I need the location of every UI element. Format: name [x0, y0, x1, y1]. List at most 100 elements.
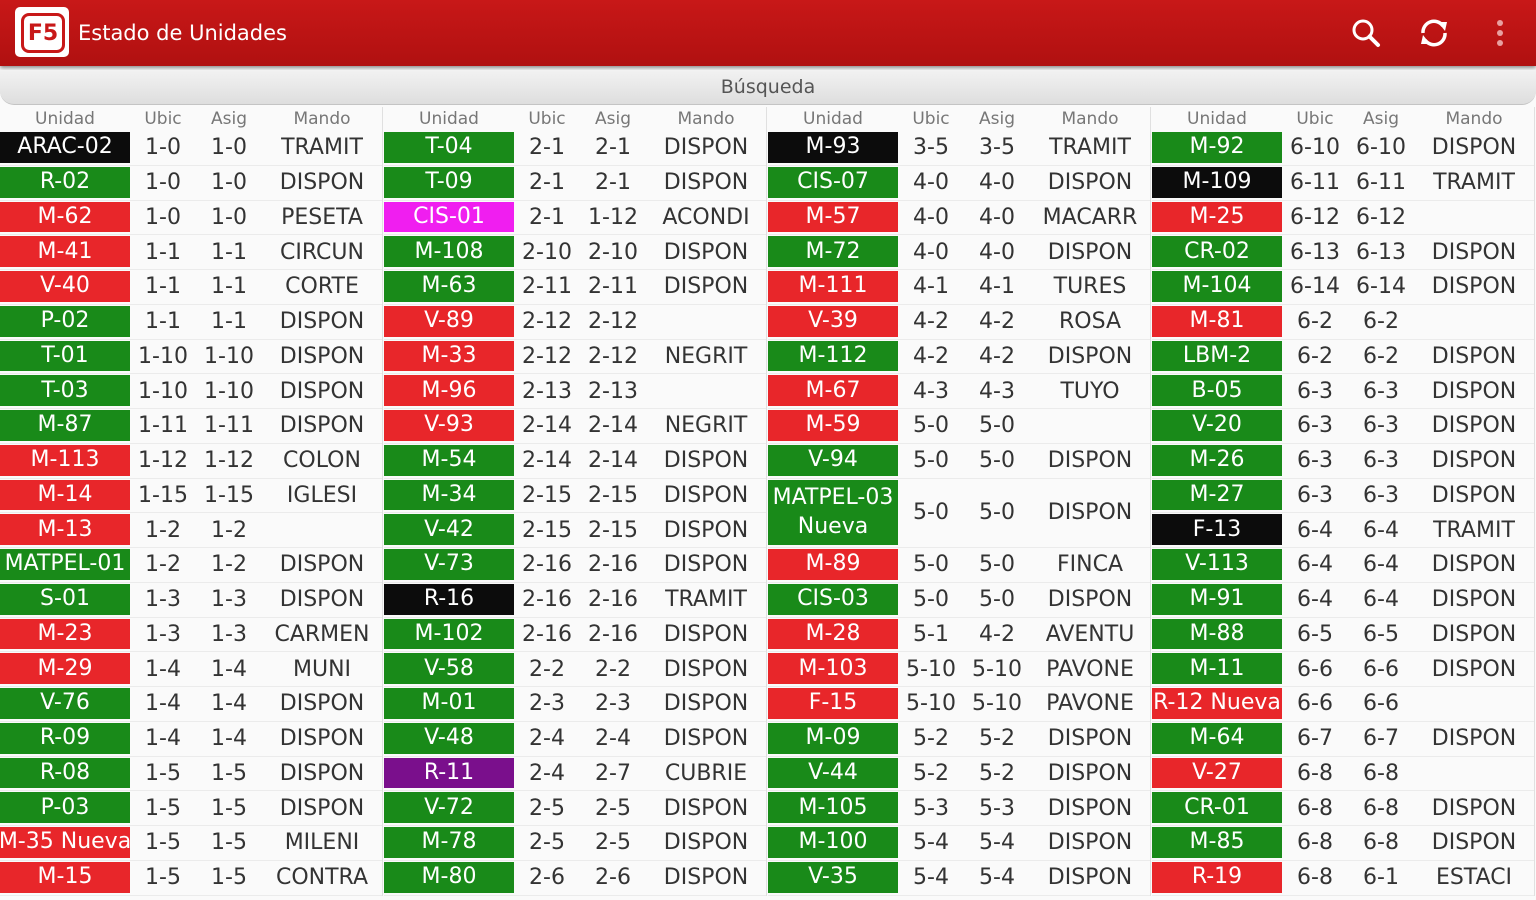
unit-badge[interactable]: CIS-07 [768, 166, 898, 198]
table-row[interactable]: M-11 6-6 6-6 DISPON [1152, 652, 1535, 687]
table-row[interactable]: M-64 6-7 6-7 DISPON [1152, 722, 1535, 757]
header-mando[interactable]: Mando [1030, 107, 1150, 131]
unit-badge[interactable]: M-104 [1152, 271, 1282, 302]
unit-badge[interactable]: R-08 [0, 757, 130, 789]
unit-badge[interactable]: R-11 [384, 757, 514, 789]
unit-badge[interactable]: R-12 Nueva [1152, 688, 1282, 719]
table-row[interactable]: M-72 4-0 4-0 DISPON [768, 235, 1151, 270]
unit-badge[interactable]: M-85 [1152, 827, 1282, 858]
unit-badge[interactable]: M-87 [0, 410, 130, 441]
header-asig[interactable]: Asig [1348, 107, 1414, 131]
unit-badge[interactable]: M-67 [768, 375, 898, 406]
unit-badge[interactable]: M-113 [0, 444, 130, 476]
unit-badge[interactable]: V-93 [384, 410, 514, 441]
table-row[interactable]: B-05 6-3 6-3 DISPON [1152, 374, 1535, 409]
unit-badge[interactable]: M-33 [384, 340, 514, 372]
table-row[interactable]: LBM-2 6-2 6-2 DISPON [1152, 340, 1535, 375]
search-icon[interactable] [1346, 13, 1386, 53]
header-unidad[interactable]: Unidad [0, 107, 130, 131]
header-asig[interactable]: Asig [964, 107, 1030, 131]
unit-badge[interactable]: M-109 [1152, 166, 1282, 198]
unit-badge[interactable]: M-108 [384, 236, 514, 267]
table-row[interactable]: T-01 1-10 1-10 DISPON [0, 340, 383, 375]
unit-badge[interactable]: V-94 [768, 444, 898, 476]
table-row[interactable]: V-113 6-4 6-4 DISPON [1152, 548, 1535, 583]
unit-badge[interactable]: M-14 [0, 479, 130, 511]
unit-badge[interactable]: T-03 [0, 375, 130, 406]
unit-badge[interactable]: M-103 [768, 653, 898, 685]
header-ubic[interactable]: Ubic [130, 107, 196, 131]
table-row[interactable]: CR-02 6-13 6-13 DISPON [1152, 235, 1535, 270]
unit-badge[interactable]: CIS-01 [384, 201, 514, 233]
table-row[interactable]: M-102 2-16 2-16 DISPON [384, 618, 767, 653]
table-row[interactable]: M-09 5-2 5-2 DISPON [768, 722, 1151, 757]
unit-badge[interactable]: M-72 [768, 236, 898, 267]
unit-badge[interactable]: S-01 [0, 583, 130, 615]
unit-badge[interactable]: M-41 [0, 236, 130, 267]
table-row[interactable]: M-15 1-5 1-5 CONTRA [0, 861, 383, 896]
unit-badge[interactable]: V-73 [384, 549, 514, 580]
table-row[interactable]: V-40 1-1 1-1 CORTE [0, 270, 383, 305]
unit-badge[interactable]: P-02 [0, 305, 130, 337]
table-row[interactable]: M-25 6-12 6-12 [1152, 201, 1535, 236]
header-unidad[interactable]: Unidad [384, 107, 514, 131]
unit-badge[interactable]: F-13 [1152, 514, 1282, 545]
unit-badge[interactable]: T-09 [384, 166, 514, 198]
table-row[interactable]: R-08 1-5 1-5 DISPON [0, 757, 383, 792]
app-logo[interactable]: F5 [15, 7, 69, 57]
unit-badge[interactable]: CIS-03 [768, 583, 898, 615]
table-row[interactable]: R-12 Nueva 6-6 6-6 [1152, 687, 1535, 722]
unit-badge[interactable]: M-81 [1152, 305, 1282, 337]
table-row[interactable]: V-58 2-2 2-2 DISPON [384, 652, 767, 687]
table-row[interactable]: M-28 5-1 4-2 AVENTU [768, 618, 1151, 653]
table-row[interactable]: M-108 2-10 2-10 DISPON [384, 235, 767, 270]
header-unidad[interactable]: Unidad [1152, 107, 1282, 131]
table-row[interactable]: R-11 2-4 2-7 CUBRIE [384, 757, 767, 792]
table-row[interactable]: CIS-03 5-0 5-0 DISPON [768, 583, 1151, 618]
header-ubic[interactable]: Ubic [514, 107, 580, 131]
table-row[interactable]: MATPEL-03 Nueva 5-0 5-0 DISPON [768, 479, 1151, 549]
unit-badge[interactable]: M-27 [1152, 479, 1282, 511]
refresh-icon[interactable] [1414, 13, 1454, 53]
table-row[interactable]: V-39 4-2 4-2 ROSA [768, 305, 1151, 340]
table-row[interactable]: M-104 6-14 6-14 DISPON [1152, 270, 1535, 305]
header-ubic[interactable]: Ubic [898, 107, 964, 131]
table-row[interactable]: M-81 6-2 6-2 [1152, 305, 1535, 340]
table-row[interactable]: V-72 2-5 2-5 DISPON [384, 791, 767, 826]
unit-badge[interactable]: M-112 [768, 340, 898, 372]
table-row[interactable]: M-62 1-0 1-0 PESETA [0, 201, 383, 236]
more-vert-icon[interactable] [1488, 13, 1512, 53]
unit-badge[interactable]: M-13 [0, 514, 130, 545]
unit-badge[interactable]: M-100 [768, 827, 898, 858]
unit-badge[interactable]: M-92 [1152, 132, 1282, 163]
table-row[interactable]: M-85 6-8 6-8 DISPON [1152, 826, 1535, 861]
table-row[interactable]: V-93 2-14 2-14 NEGRIT [384, 409, 767, 444]
table-row[interactable]: M-91 6-4 6-4 DISPON [1152, 583, 1535, 618]
unit-badge[interactable]: V-72 [384, 792, 514, 823]
unit-badge[interactable]: MATPEL-03 Nueva [768, 479, 898, 546]
unit-badge[interactable]: M-89 [768, 549, 898, 580]
unit-badge[interactable]: V-27 [1152, 757, 1282, 789]
unit-badge[interactable]: M-34 [384, 479, 514, 511]
table-row[interactable]: M-109 6-11 6-11 TRAMIT [1152, 166, 1535, 201]
search-bar[interactable]: Búsqueda [0, 70, 1536, 105]
unit-badge[interactable]: LBM-2 [1152, 340, 1282, 372]
table-row[interactable]: V-94 5-0 5-0 DISPON [768, 444, 1151, 479]
unit-badge[interactable]: R-09 [0, 722, 130, 754]
unit-badge[interactable]: M-91 [1152, 583, 1282, 615]
unit-badge[interactable]: T-01 [0, 340, 130, 372]
table-row[interactable]: F-15 5-10 5-10 PAVONE [768, 687, 1151, 722]
table-row[interactable]: M-105 5-3 5-3 DISPON [768, 791, 1151, 827]
unit-badge[interactable]: M-29 [0, 653, 130, 684]
table-row[interactable]: R-02 1-0 1-0 DISPON [0, 166, 383, 201]
table-row[interactable]: M-57 4-0 4-0 MACARR [768, 201, 1151, 236]
unit-badge[interactable]: M-57 [768, 201, 898, 233]
unit-badge[interactable]: CR-01 [1152, 792, 1282, 823]
table-row[interactable]: M-103 5-10 5-10 PAVONE [768, 652, 1151, 688]
table-row[interactable]: CR-01 6-8 6-8 DISPON [1152, 791, 1535, 826]
unit-badge[interactable]: MATPEL-01 [0, 549, 130, 580]
table-row[interactable]: V-42 2-15 2-15 DISPON [384, 513, 767, 548]
unit-badge[interactable]: M-15 [0, 861, 130, 893]
table-row[interactable]: M-41 1-1 1-1 CIRCUN [0, 235, 383, 270]
unit-badge[interactable]: M-35 Nueva [0, 827, 130, 858]
